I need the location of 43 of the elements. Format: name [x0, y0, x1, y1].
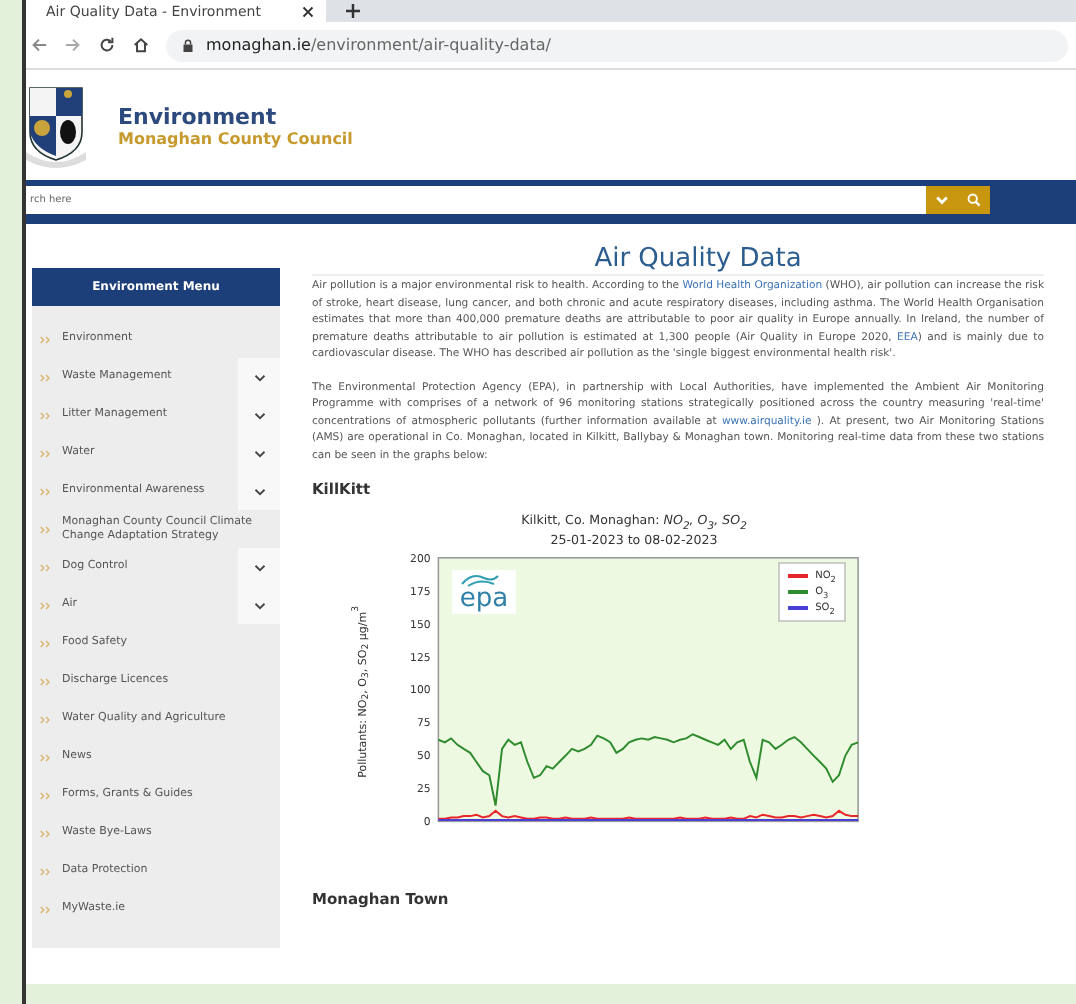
back-icon[interactable]: [30, 36, 48, 54]
site-title: Environment: [118, 103, 279, 129]
double-chevron-icon: [40, 715, 52, 723]
double-chevron-icon: [40, 639, 52, 647]
search-icon: [966, 192, 982, 208]
search-button[interactable]: [958, 186, 990, 214]
double-chevron-icon: [40, 905, 52, 913]
double-chevron-icon: [40, 753, 52, 761]
double-chevron-icon: [40, 563, 52, 571]
double-chevron-icon: [40, 335, 52, 343]
double-chevron-icon: [40, 449, 52, 457]
chevron-down-icon: [253, 601, 265, 609]
chevron-down-icon: [934, 192, 950, 208]
expand-toggle[interactable]: [238, 472, 280, 510]
reload-icon[interactable]: [98, 36, 116, 54]
double-chevron-icon: [40, 791, 52, 799]
chevron-down-icon: [253, 449, 265, 457]
double-chevron-icon: [40, 829, 52, 837]
double-chevron-icon: [40, 411, 52, 419]
double-chevron-icon: [40, 601, 52, 609]
close-icon[interactable]: [302, 5, 314, 17]
dropdown-button[interactable]: [926, 186, 958, 214]
chevron-down-icon: [253, 487, 265, 495]
expand-toggle[interactable]: [238, 586, 280, 624]
double-chevron-icon: [40, 525, 52, 533]
wave-icon: [459, 572, 500, 589]
double-chevron-icon: [40, 373, 52, 381]
forward-icon[interactable]: [64, 36, 82, 54]
expand-toggle[interactable]: [238, 548, 280, 586]
chevron-down-icon: [253, 563, 265, 571]
lock-icon: [182, 37, 194, 53]
home-icon[interactable]: [132, 36, 150, 54]
expand-toggle[interactable]: [238, 358, 280, 396]
page-title: Air Quality Data: [312, 244, 1044, 276]
chevron-down-icon: [253, 373, 265, 381]
double-chevron-icon: [40, 487, 52, 495]
chevron-down-icon: [253, 411, 265, 419]
double-chevron-icon: [40, 677, 52, 685]
address-bar[interactable]: monaghan.ie/environment/air-quality-data/: [166, 29, 1068, 61]
plus-icon[interactable]: [346, 4, 360, 18]
logo: epa: [451, 570, 517, 615]
site-subtitle: Monaghan County Council: [118, 129, 353, 147]
double-chevron-icon: [40, 867, 52, 875]
